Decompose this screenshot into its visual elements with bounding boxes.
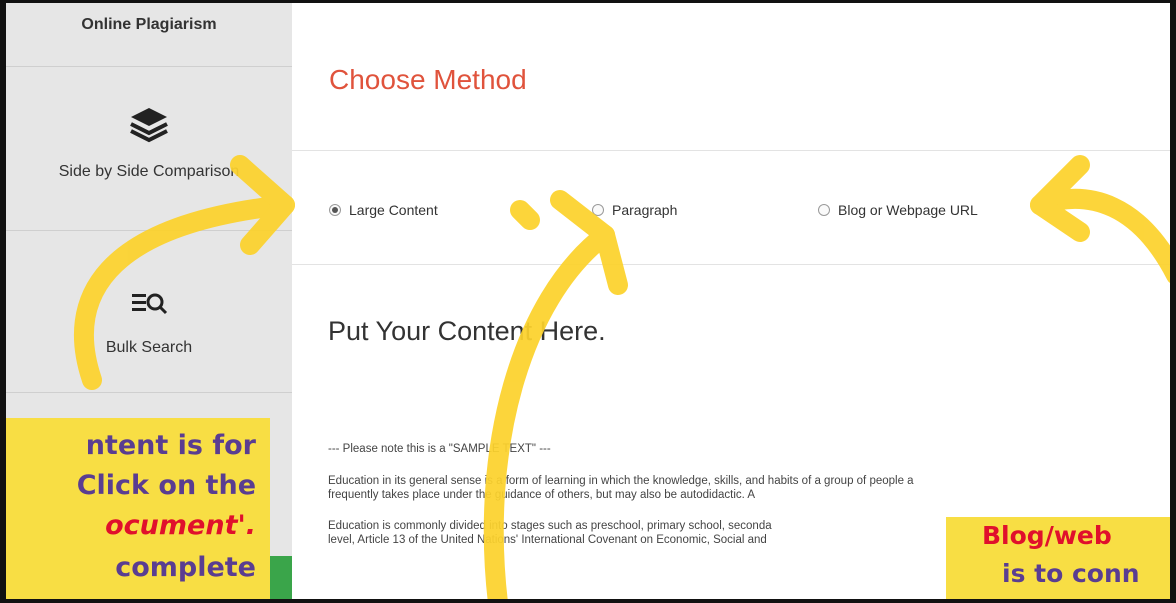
method-option-paragraph[interactable]: Paragraph: [592, 202, 677, 218]
method-label: Blog or Webpage URL: [838, 202, 978, 218]
method-label: Paragraph: [612, 202, 678, 218]
callout-text: is to conn: [1002, 559, 1140, 588]
layers-icon: [130, 108, 168, 143]
screenshot-frame: Online Plagiarism Side by Side Compariso…: [0, 0, 1176, 603]
paragraph-line: level, Article 13 of the United Nations'…: [328, 534, 767, 546]
list-search-icon: [132, 293, 168, 315]
method-option-large-content[interactable]: Large Content: [329, 202, 438, 218]
sidebar-item-label: Bulk Search: [105, 339, 193, 356]
main-panel: Choose Method Large Content Paragraph Bl…: [292, 0, 1176, 603]
radio-button[interactable]: [818, 204, 830, 216]
callout-text: Blog/web: [982, 521, 1112, 550]
sidebar-item-side-by-side[interactable]: Side by Side Comparison: [6, 106, 292, 216]
callout-text: complete: [115, 552, 256, 583]
sidebar-item-label: Side by Side Comparison: [58, 163, 240, 180]
callout-text: ocument'.: [105, 510, 256, 541]
divider: [292, 150, 1176, 151]
callout-text: ntent is for: [85, 430, 256, 461]
callout-text: Click on the: [76, 470, 256, 501]
content-heading: Put Your Content Here.: [328, 316, 606, 346]
paragraph-line: Education in its general sense is a form…: [328, 475, 914, 487]
callout-left: ntent is for Click on the ocument'. comp…: [0, 418, 270, 603]
sidebar-item-online-plagiarism[interactable]: Online Plagiarism: [6, 16, 292, 34]
sidebar-divider: [6, 66, 292, 67]
sidebar-item-label: Online Plagiarism: [81, 16, 217, 33]
paragraph-line: Education is commonly divided into stage…: [328, 520, 772, 532]
method-option-url[interactable]: Blog or Webpage URL: [818, 202, 978, 218]
divider: [292, 264, 1176, 265]
radio-button[interactable]: [592, 204, 604, 216]
radio-button[interactable]: [329, 204, 341, 216]
sidebar-divider: [6, 392, 292, 393]
method-label: Large Content: [349, 202, 438, 218]
sidebar-divider: [6, 230, 292, 231]
callout-right: Blog/web is to conn: [946, 517, 1176, 603]
paragraph-line: frequently takes place under the guidanc…: [328, 489, 756, 501]
sample-note: --- Please note this is a "SAMPLE TEXT" …: [328, 443, 551, 455]
page-title: Choose Method: [329, 64, 527, 95]
sidebar-item-bulk-search[interactable]: Bulk Search: [6, 288, 292, 378]
